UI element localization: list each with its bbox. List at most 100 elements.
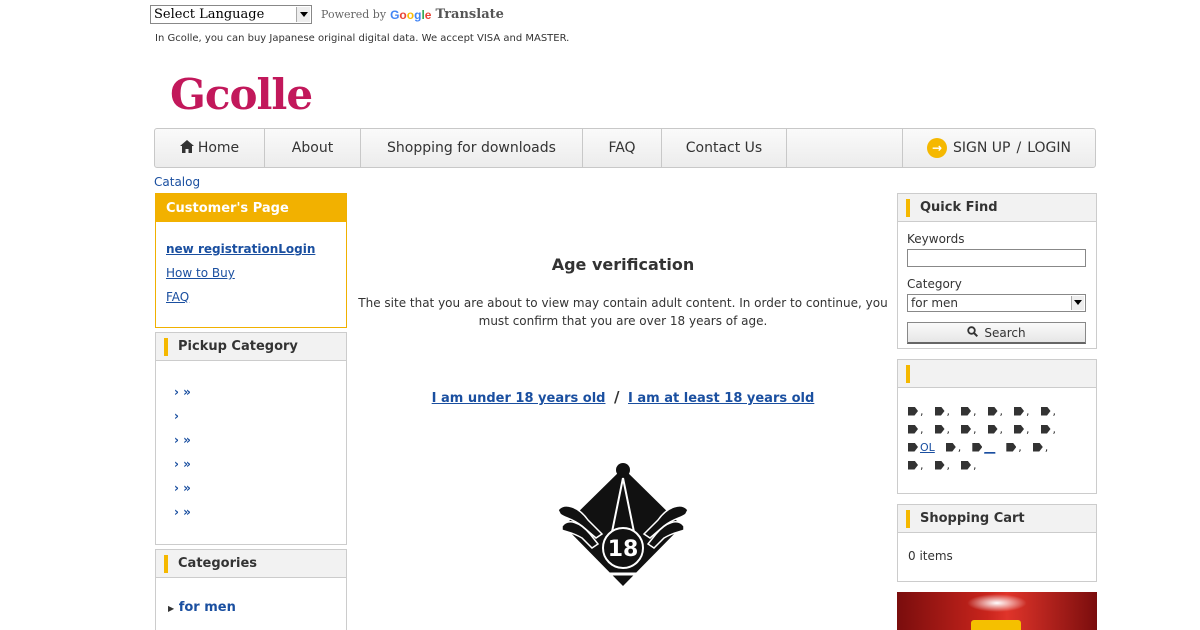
tag-link[interactable]: OL xyxy=(920,441,935,454)
how-to-buy-link[interactable]: How to Buy xyxy=(166,266,336,280)
main-nav: Home About Shopping for downloads FAQ Co… xyxy=(154,128,1096,168)
tag-text: , xyxy=(946,422,951,436)
pickup-category-title: Pickup Category xyxy=(178,339,298,354)
tag-text: , xyxy=(1026,422,1030,436)
tag-icon xyxy=(1014,406,1024,416)
categories-box: Categories ▶ for men xyxy=(155,549,347,630)
tag-item[interactable]: , xyxy=(961,423,977,436)
pickup-category-header: Pickup Category xyxy=(156,333,346,361)
tag-icon xyxy=(961,406,971,416)
nav-faq[interactable]: FAQ xyxy=(583,129,662,167)
promo-banner[interactable] xyxy=(897,592,1097,630)
shopping-cart-box: Shopping Cart 0 items xyxy=(897,504,1097,582)
tag-item[interactable]: , xyxy=(934,405,950,418)
translate-label[interactable]: Translate xyxy=(435,7,503,22)
tag-item[interactable]: , xyxy=(961,459,977,472)
auth-separator: / xyxy=(1016,140,1022,156)
list-item[interactable]: › » xyxy=(174,481,346,505)
tag-item[interactable]: , xyxy=(1014,423,1030,436)
tag-text: , xyxy=(1044,440,1049,454)
accent-bar xyxy=(906,509,910,528)
tag-item[interactable]: , xyxy=(1014,405,1030,418)
tag-row: , , , , , , xyxy=(908,402,1096,420)
nav-shopping[interactable]: Shopping for downloads xyxy=(361,129,583,167)
signup-link[interactable]: SIGN UP xyxy=(953,140,1010,156)
google-logo: Google xyxy=(390,7,432,22)
tag-item[interactable]: , xyxy=(908,459,924,472)
shopping-cart-header: Shopping Cart xyxy=(898,505,1096,533)
categories-title: Categories xyxy=(178,556,258,571)
translate-bar: Select Language Powered by Google Transl… xyxy=(150,5,504,24)
pickup-category-box: Pickup Category › » › › » › » › » › » xyxy=(155,332,347,545)
login-link-sidebar[interactable]: Login xyxy=(278,242,315,256)
tag-text: , xyxy=(1026,404,1030,418)
tag-item[interactable]: , xyxy=(908,405,924,418)
tag-item[interactable]: , xyxy=(945,441,961,454)
pickup-list: › » › › » › » › » › » xyxy=(156,361,346,529)
tag-item[interactable]: , xyxy=(1032,440,1049,454)
under-18-link[interactable]: I am under 18 years old xyxy=(432,391,606,406)
chevron-down-icon xyxy=(296,7,310,22)
tag-item[interactable]: , xyxy=(934,422,951,436)
nav-contact[interactable]: Contact Us xyxy=(662,129,787,167)
tag-text: , xyxy=(920,458,924,472)
nav-about[interactable]: About xyxy=(265,129,361,167)
tag-item[interactable]: , xyxy=(908,423,924,436)
tag-row: , , , xyxy=(908,456,1096,474)
list-item[interactable]: › » xyxy=(174,385,346,409)
list-item[interactable]: › » xyxy=(174,433,346,457)
tag-icon xyxy=(1040,424,1051,434)
new-registration-link[interactable]: new registration xyxy=(166,242,278,256)
login-link[interactable]: LOGIN xyxy=(1027,140,1071,156)
category-select-value: for men xyxy=(911,296,958,310)
banner-gold-text xyxy=(971,620,1021,630)
category-label: Category xyxy=(907,277,962,291)
faq-link-sidebar[interactable]: FAQ xyxy=(166,290,336,304)
tag-icon xyxy=(987,424,998,434)
category-for-men[interactable]: for men xyxy=(179,600,236,615)
over-18-link[interactable]: I am at least 18 years old xyxy=(628,391,814,406)
tag-icon xyxy=(908,424,918,434)
tag-icon xyxy=(1040,406,1051,416)
shopping-cart-title: Shopping Cart xyxy=(920,511,1025,526)
tag-icon xyxy=(908,460,918,470)
accent-bar xyxy=(906,364,910,383)
breadcrumb[interactable]: Catalog xyxy=(154,175,200,189)
tag-text: , xyxy=(946,458,951,472)
tag-icon xyxy=(1014,424,1024,434)
registration-login-link[interactable]: new registrationLogin xyxy=(166,242,336,256)
tag-text: , xyxy=(973,458,977,472)
badge-number: 18 xyxy=(608,537,639,562)
tag-item[interactable]: , xyxy=(1006,441,1022,454)
search-button[interactable]: Search xyxy=(907,322,1086,344)
cart-count[interactable]: 0 items xyxy=(898,533,1096,563)
tag-icon xyxy=(945,442,956,452)
language-select[interactable]: Select Language xyxy=(150,5,312,24)
tag-item[interactable]: , xyxy=(987,423,1003,436)
tags-box: , , , , , , , , , , , , OL , __ , , , , … xyxy=(897,359,1097,494)
tag-icon xyxy=(972,442,983,452)
tag-item[interactable]: , xyxy=(1040,422,1057,436)
site-logo[interactable]: Gcolle xyxy=(170,70,313,119)
tag-item[interactable]: , xyxy=(961,405,977,418)
tag-item[interactable]: , xyxy=(1040,405,1056,418)
tag-link[interactable]: __ xyxy=(984,441,995,454)
customer-links: new registrationLogin How to Buy FAQ xyxy=(156,222,346,304)
list-item[interactable]: › » xyxy=(174,457,346,481)
category-select[interactable]: for men xyxy=(907,294,1086,312)
list-item[interactable]: › » xyxy=(174,505,346,529)
nav-auth[interactable]: → SIGN UP / LOGIN xyxy=(903,129,1095,167)
nav-home[interactable]: Home xyxy=(155,129,265,167)
tag-text: , xyxy=(920,422,924,436)
quick-find-box: Quick Find Keywords Category for men Sea… xyxy=(897,193,1097,349)
tag-icon xyxy=(961,424,971,434)
keywords-input[interactable] xyxy=(907,249,1086,267)
tag-text: , xyxy=(1052,422,1057,436)
site-tagline: In Gcolle, you can buy Japanese original… xyxy=(155,33,570,44)
tag-item[interactable]: , xyxy=(934,458,951,472)
tag-item[interactable]: OL xyxy=(908,441,935,454)
tag-icon xyxy=(1006,442,1017,452)
tag-item[interactable]: , xyxy=(987,405,1003,418)
tag-item[interactable]: __ xyxy=(972,441,995,454)
list-item[interactable]: › xyxy=(174,409,346,433)
